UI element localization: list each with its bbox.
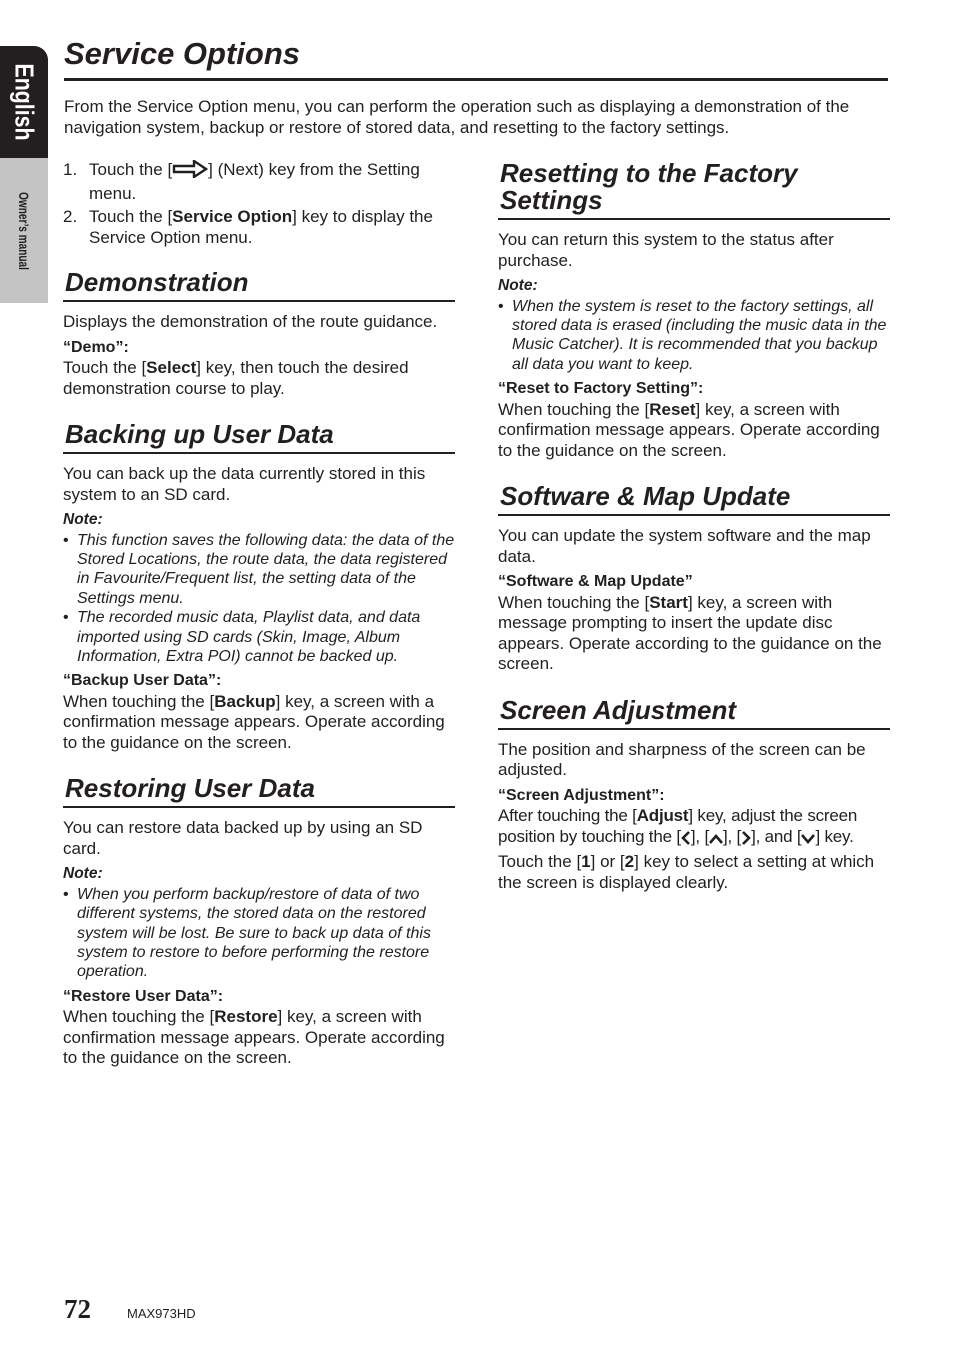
key-name: Backup [214, 691, 276, 711]
key-name: 2 [624, 852, 635, 872]
key-name: Service Option [172, 207, 293, 226]
notes-list: This function saves the following data: … [63, 531, 455, 667]
right-column: Resetting to the Factory Settings You ca… [498, 160, 890, 893]
key-name: Adjust [636, 806, 689, 826]
note-label: Note: [63, 865, 103, 883]
note-item: When you perform backup/restore of data … [63, 885, 455, 982]
key-name: Restore [214, 1007, 278, 1027]
notes-list: When the system is reset to the factory … [498, 297, 890, 375]
section-reset: Resetting to the Factory Settings You ca… [498, 160, 890, 461]
manual-label: Owner’s manual [16, 191, 32, 270]
section-demonstration: Demonstration Displays the demonstration… [63, 269, 455, 399]
intro-paragraph: From the Service Option menu, you can pe… [64, 97, 850, 137]
chevron-down-icon [801, 830, 816, 851]
chevron-up-icon [708, 830, 723, 851]
language-label: English [9, 63, 40, 141]
section-heading: Backing up User Data [63, 421, 455, 454]
option-label: “Backup User Data”: [63, 672, 222, 690]
note-label: Note: [498, 277, 538, 294]
step-item: 2. Touch the [Service Option] key to dis… [63, 207, 433, 247]
steps-list: 1. Touch the [] (Next) key from the Sett… [63, 158, 455, 248]
section-heading: Resetting to the Factory Settings [498, 160, 890, 220]
language-tab: English [0, 46, 48, 158]
note-item: When the system is reset to the factory … [498, 297, 890, 375]
notes-list: When you perform backup/restore of data … [63, 885, 455, 982]
option-label: “Restore User Data”: [63, 987, 224, 1005]
note-item: This function saves the following data: … [63, 531, 455, 609]
option-label: “Software & Map Update” [498, 573, 693, 591]
title-divider [64, 78, 888, 81]
step-item: 1. Touch the [] (Next) key from the Sett… [63, 158, 420, 203]
section-heading: Software & Map Update [498, 483, 890, 517]
key-name: Start [649, 592, 688, 612]
option-label: “Reset to Factory Setting”: [498, 380, 704, 398]
section-screen-adjustment: Screen Adjustment The position and sharp… [498, 696, 890, 894]
section-heading: Demonstration [63, 269, 455, 302]
chevron-right-icon [741, 830, 751, 851]
note-item: The recorded music data, Playlist data, … [63, 608, 455, 666]
page-number: 72 [64, 1294, 91, 1324]
section-update: Software & Map Update You can update the… [498, 483, 890, 675]
left-column: 1. Touch the [] (Next) key from the Sett… [63, 158, 455, 1069]
option-label: “Screen Adjustment”: [498, 786, 665, 804]
note-label: Note: [63, 511, 103, 528]
manual-tab: Owner’s manual [0, 158, 48, 303]
key-name: Reset [649, 399, 696, 419]
chevron-left-icon [681, 830, 691, 851]
next-arrow-icon [172, 158, 209, 184]
section-backup: Backing up User Data You can back up the… [63, 421, 455, 753]
key-name: Select [146, 358, 197, 377]
option-label: “Demo”: [63, 338, 129, 356]
section-heading: Screen Adjustment [498, 696, 890, 730]
section-restore: Restoring User Data You can restore data… [63, 775, 455, 1069]
model-name: MAX973HD [127, 1306, 196, 1321]
page-title: Service Options [64, 36, 301, 71]
key-name: 1 [581, 852, 591, 872]
section-heading: Restoring User Data [63, 775, 455, 809]
